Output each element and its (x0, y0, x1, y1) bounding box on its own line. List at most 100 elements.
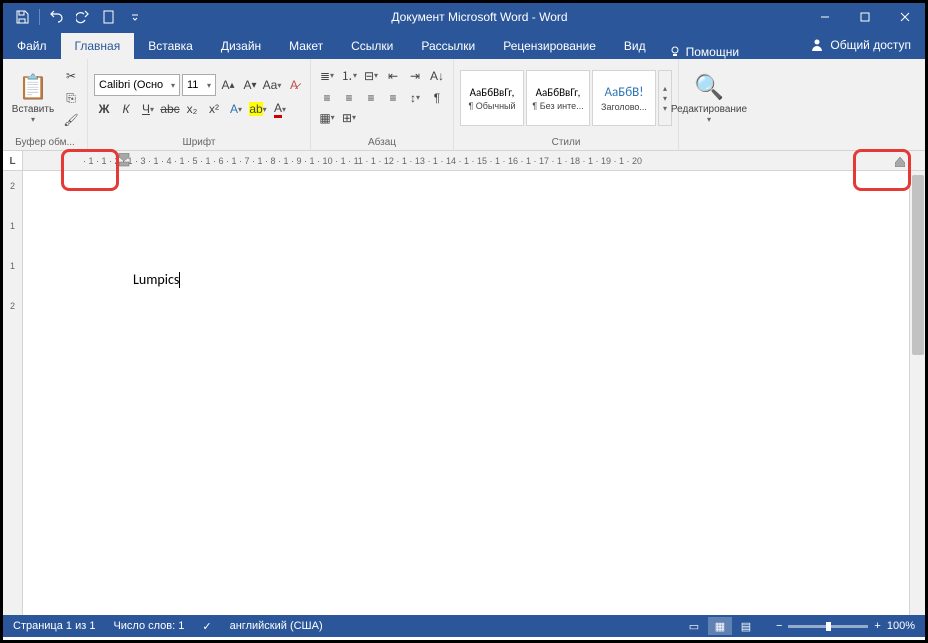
zoom-slider[interactable] (788, 625, 868, 628)
window-controls (805, 3, 925, 31)
ribbon-tabs: Файл Главная Вставка Дизайн Макет Ссылки… (3, 31, 925, 59)
close-button[interactable] (885, 3, 925, 31)
find-button[interactable]: 🔍 Редактирование ▾ (685, 64, 733, 132)
grow-font-button[interactable]: A▴ (218, 75, 238, 95)
clear-formatting-button[interactable]: A̷ (284, 75, 304, 95)
numbering-button[interactable]: ⒈▾ (339, 66, 359, 86)
highlight-button[interactable]: ab▾ (248, 99, 268, 119)
print-layout-button[interactable]: ▦ (708, 617, 732, 635)
minimize-button[interactable] (805, 3, 845, 31)
copy-button[interactable]: ⎘ (61, 88, 81, 108)
share-button[interactable]: Общий доступ (796, 31, 925, 59)
format-painter-button[interactable]: 🖌 (61, 110, 81, 130)
new-doc-button[interactable] (98, 6, 120, 28)
web-layout-button[interactable]: ▤ (734, 617, 758, 635)
bullets-button[interactable]: ≣▾ (317, 66, 337, 86)
group-label: Абзац (317, 135, 447, 150)
tab-design[interactable]: Дизайн (207, 33, 275, 59)
zoom-out-button[interactable]: − (776, 620, 782, 632)
lightbulb-icon (668, 45, 682, 59)
font-color-button[interactable]: A▾ (270, 99, 290, 119)
search-icon: 🔍 (694, 73, 724, 102)
tab-insert[interactable]: Вставка (134, 33, 207, 59)
scroll-thumb[interactable] (912, 175, 924, 355)
justify-button[interactable]: ≡ (383, 88, 403, 108)
style-normal[interactable]: АаБбВвГг,¶ Обычный (460, 70, 524, 126)
multilevel-list-button[interactable]: ⊟▾ (361, 66, 381, 86)
document-page[interactable]: Lumpics (23, 171, 909, 589)
text-effects-button[interactable]: A▾ (226, 99, 246, 119)
shading-button[interactable]: ▦▾ (317, 108, 337, 128)
font-name-combo[interactable]: Calibri (Осно▾ (94, 74, 180, 96)
tell-me-search[interactable]: Помощни (668, 45, 739, 59)
sort-button[interactable]: A↓ (427, 66, 447, 86)
tab-home[interactable]: Главная (61, 33, 135, 59)
subscript-button[interactable]: x₂ (182, 99, 202, 119)
document-area: 2 1 1 2 Lumpics (3, 171, 925, 615)
status-word-count[interactable]: Число слов: 1 (113, 620, 184, 632)
zoom-control: − + 100% (776, 620, 915, 632)
zoom-in-button[interactable]: + (874, 620, 880, 632)
document-text[interactable]: Lumpics (133, 271, 179, 288)
separator (39, 9, 40, 25)
group-clipboard: 📋 Вставить ▾ ✂ ⎘ 🖌 Буфер обм... (3, 59, 88, 150)
vertical-ruler[interactable]: 2 1 1 2 (3, 171, 23, 615)
page-viewport[interactable]: Lumpics (23, 171, 909, 615)
horizontal-ruler-row: L · 1 · 1 · 2 · 1 · 3 · 1 · 4 · 1 · 5 · … (3, 151, 925, 171)
tab-stop-selector[interactable]: L (3, 151, 23, 171)
horizontal-ruler[interactable]: · 1 · 1 · 2 · 1 · 3 · 1 · 4 · 1 · 5 · 1 … (23, 151, 925, 170)
status-page[interactable]: Страница 1 из 1 (13, 620, 95, 632)
change-case-button[interactable]: Aa▾ (262, 75, 282, 95)
tab-review[interactable]: Рецензирование (489, 33, 610, 59)
ribbon: 📋 Вставить ▾ ✂ ⎘ 🖌 Буфер обм... Calibri … (3, 59, 925, 151)
show-marks-button[interactable]: ¶ (427, 88, 447, 108)
group-styles: АаБбВвГг,¶ Обычный АаБбВвГг,¶ Без инте..… (454, 59, 679, 150)
status-language[interactable]: английский (США) (230, 620, 323, 632)
status-spellcheck[interactable]: ✓ (202, 620, 211, 633)
quick-access-toolbar (3, 3, 154, 31)
styles-gallery[interactable]: АаБбВвГг,¶ Обычный АаБбВвГг,¶ Без инте..… (460, 70, 672, 126)
styles-more-button[interactable]: ▴▾▾ (658, 70, 672, 126)
shrink-font-button[interactable]: A▾ (240, 75, 260, 95)
group-label: Стили (460, 135, 672, 150)
style-heading1[interactable]: АаБбВ!Заголово... (592, 70, 656, 126)
text-cursor (179, 272, 180, 288)
strikethrough-button[interactable]: abc (160, 99, 180, 119)
tab-layout[interactable]: Макет (275, 33, 337, 59)
tab-mailings[interactable]: Рассылки (407, 33, 489, 59)
status-bar: Страница 1 из 1 Число слов: 1 ✓ английск… (3, 615, 925, 637)
underline-button[interactable]: Ч▾ (138, 99, 158, 119)
paste-button[interactable]: 📋 Вставить ▾ (9, 64, 57, 132)
bold-button[interactable]: Ж (94, 99, 114, 119)
italic-button[interactable]: К (116, 99, 136, 119)
window-title: Документ Microsoft Word - Word (154, 10, 805, 24)
cut-button[interactable]: ✂ (61, 66, 81, 86)
right-indent-marker[interactable] (895, 157, 905, 167)
increase-indent-button[interactable]: ⇥ (405, 66, 425, 86)
borders-button[interactable]: ⊞▾ (339, 108, 359, 128)
tab-view[interactable]: Вид (610, 33, 660, 59)
qat-customize-button[interactable] (124, 6, 146, 28)
align-center-button[interactable]: ≡ (339, 88, 359, 108)
line-spacing-button[interactable]: ↕▾ (405, 88, 425, 108)
tab-file[interactable]: Файл (3, 33, 61, 59)
vertical-scrollbar[interactable] (909, 171, 925, 615)
tab-references[interactable]: Ссылки (337, 33, 407, 59)
save-button[interactable] (11, 6, 33, 28)
maximize-button[interactable] (845, 3, 885, 31)
align-right-button[interactable]: ≡ (361, 88, 381, 108)
left-indent-marker[interactable] (118, 153, 130, 167)
decrease-indent-button[interactable]: ⇤ (383, 66, 403, 86)
align-left-button[interactable]: ≡ (317, 88, 337, 108)
superscript-button[interactable]: x² (204, 99, 224, 119)
view-buttons: ▭ ▦ ▤ (682, 617, 758, 635)
read-mode-button[interactable]: ▭ (682, 617, 706, 635)
redo-button[interactable] (72, 6, 94, 28)
clipboard-icon: 📋 (18, 73, 48, 102)
font-size-combo[interactable]: 11▾ (182, 74, 216, 96)
undo-button[interactable] (46, 6, 68, 28)
title-bar: Документ Microsoft Word - Word (3, 3, 925, 31)
style-no-spacing[interactable]: АаБбВвГг,¶ Без инте... (526, 70, 590, 126)
zoom-level[interactable]: 100% (887, 620, 915, 632)
zoom-slider-thumb[interactable] (826, 622, 831, 631)
